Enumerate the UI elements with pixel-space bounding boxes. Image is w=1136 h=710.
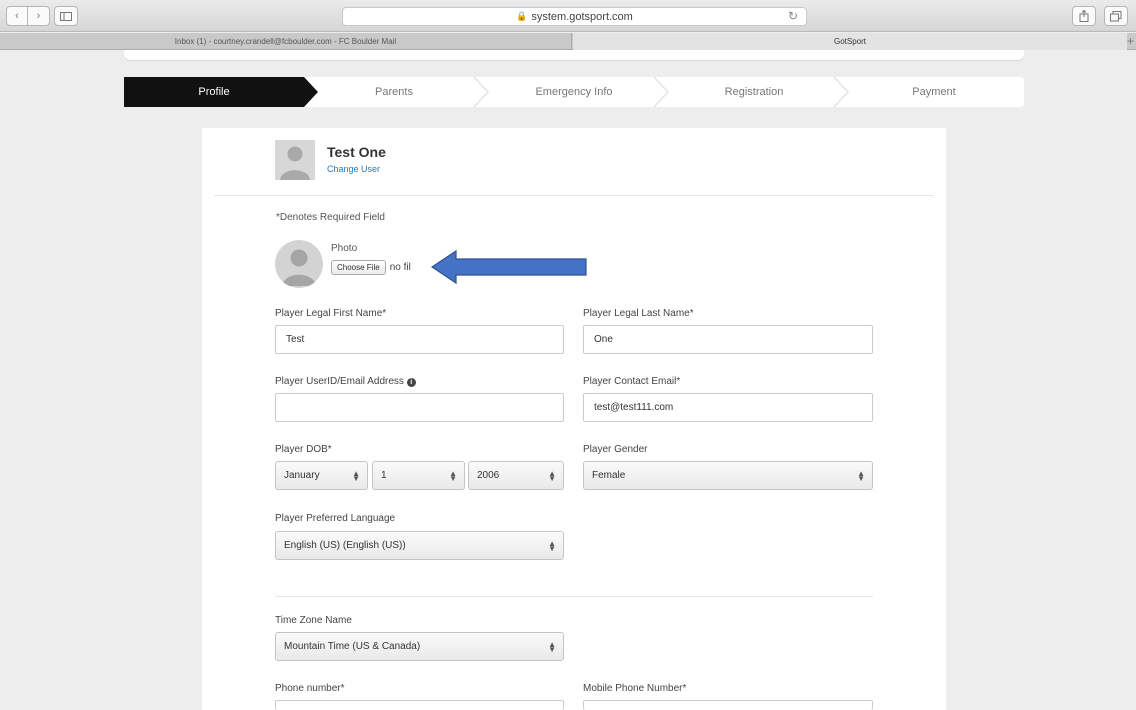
dob-month-select[interactable]: January ▲ ▼: [275, 461, 368, 490]
reload-icon[interactable]: ↻: [788, 9, 798, 23]
dob-year-select[interactable]: 2006 ▲ ▼: [468, 461, 564, 490]
user-avatar: [275, 140, 315, 180]
tab-label: GotSport: [833, 37, 866, 46]
chevron-right-icon: ›: [36, 10, 41, 22]
sidebar-button[interactable]: [54, 6, 78, 26]
back-button[interactable]: ‹: [6, 6, 28, 26]
tab-mail[interactable]: Inbox (1) - courtney.crandell@fcboulder.…: [0, 33, 572, 50]
step-label: Profile: [198, 86, 230, 98]
userid-label: Player UserID/Email Address i: [275, 376, 416, 387]
step-label: Registration: [724, 86, 784, 98]
registration-steps: Profile Parents Emergency Info Registrat…: [124, 77, 1024, 107]
first-name-label: Player Legal First Name*: [275, 308, 387, 319]
person-icon: [282, 249, 316, 286]
tabs-overview-button[interactable]: [1104, 6, 1128, 26]
profile-form-card: Test One Change User *Denotes Required F…: [202, 128, 946, 710]
mobile-input[interactable]: [583, 700, 873, 710]
browser-toolbar: ‹ › 🔒 system.gotsport.com ↻: [0, 0, 1136, 32]
updown-icon: ▲ ▼: [352, 469, 360, 483]
last-name-input[interactable]: One: [583, 325, 873, 354]
gender-label: Player Gender: [583, 444, 648, 455]
select-value: January: [284, 470, 320, 481]
divider: [214, 195, 934, 196]
mobile-label: Mobile Phone Number*: [583, 683, 687, 694]
photo-avatar: [275, 240, 323, 288]
step-profile[interactable]: Profile: [124, 77, 318, 107]
info-icon[interactable]: i: [406, 378, 416, 387]
select-value: English (US) (English (US)): [284, 540, 406, 551]
select-value: Female: [592, 470, 626, 481]
updown-icon: ▲ ▼: [548, 469, 556, 483]
last-name-label: Player Legal Last Name*: [583, 308, 694, 319]
required-field-note: *Denotes Required Field: [276, 212, 385, 223]
phone-input[interactable]: [275, 700, 564, 710]
photo-label: Photo: [331, 243, 358, 254]
person-icon: [280, 146, 310, 180]
user-name: Test One: [327, 144, 386, 160]
step-label: Emergency Info: [535, 86, 613, 98]
photo-upload: Photo Choose File no fil: [275, 240, 411, 288]
dob-label: Player DOB*: [275, 444, 332, 455]
step-emergency-info[interactable]: Emergency Info: [484, 77, 670, 107]
phone-label: Phone number*: [275, 683, 345, 694]
updown-icon: ▲ ▼: [548, 640, 556, 654]
tab-label: Inbox (1) - courtney.crandell@fcboulder.…: [174, 37, 397, 46]
user-header: Test One Change User: [275, 140, 386, 180]
userid-label-text: Player UserID/Email Address: [275, 376, 404, 387]
timezone-select[interactable]: Mountain Time (US & Canada) ▲ ▼: [275, 632, 564, 661]
first-name-input[interactable]: Test: [275, 325, 564, 354]
contact-email-label: Player Contact Email*: [583, 376, 681, 387]
new-tab-icon[interactable]: +: [1127, 34, 1134, 48]
language-label: Player Preferred Language: [275, 513, 396, 524]
page-header-remnant: [124, 50, 1024, 60]
select-value: 2006: [477, 470, 500, 481]
share-icon: [1079, 10, 1089, 22]
annotation-arrow: [431, 249, 587, 285]
file-status: no fil: [389, 262, 411, 273]
step-label: Payment: [912, 86, 956, 98]
url-text: system.gotsport.com: [531, 10, 633, 23]
share-button[interactable]: [1072, 6, 1096, 26]
gender-select[interactable]: Female ▲ ▼: [583, 461, 873, 490]
updown-icon: ▲ ▼: [857, 469, 865, 483]
choose-file-button[interactable]: Choose File: [331, 260, 386, 275]
select-value: 1: [381, 470, 387, 481]
tab-bar: Inbox (1) - courtney.crandell@fcboulder.…: [0, 33, 1136, 50]
address-bar[interactable]: 🔒 system.gotsport.com ↻: [342, 7, 807, 26]
language-select[interactable]: English (US) (English (US)) ▲ ▼: [275, 531, 564, 560]
step-label: Parents: [375, 86, 413, 98]
sidebar-icon: [60, 11, 72, 21]
contact-email-input[interactable]: test@test111.com: [583, 393, 873, 422]
userid-input[interactable]: [275, 393, 564, 422]
tab-gotsport[interactable]: GotSport: [573, 33, 1127, 50]
step-payment[interactable]: Payment: [844, 77, 1024, 107]
updown-icon: ▲ ▼: [548, 539, 556, 553]
forward-button[interactable]: ›: [28, 6, 50, 26]
divider: [275, 596, 873, 597]
dob-day-select[interactable]: 1 ▲ ▼: [372, 461, 465, 490]
change-user-link[interactable]: Change User: [327, 164, 386, 174]
updown-icon: ▲ ▼: [449, 469, 457, 483]
timezone-label: Time Zone Name: [275, 615, 352, 626]
lock-icon: 🔒: [516, 11, 528, 21]
step-parents[interactable]: Parents: [304, 77, 490, 107]
step-registration[interactable]: Registration: [664, 77, 850, 107]
tabs-icon: [1110, 10, 1122, 21]
select-value: Mountain Time (US & Canada): [284, 641, 421, 652]
chevron-left-icon: ‹: [15, 10, 19, 22]
